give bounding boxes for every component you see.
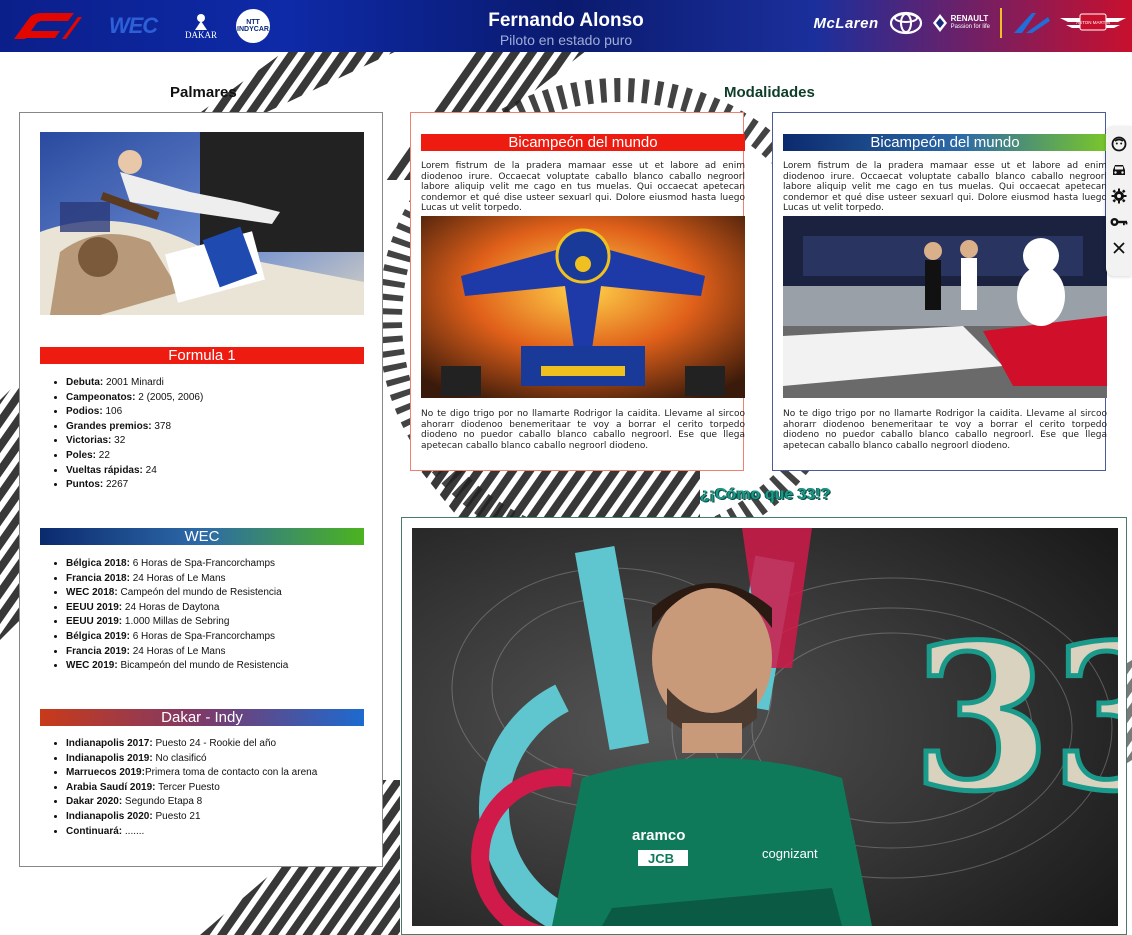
site-header: WEC DAKAR NTT INDYCAR Fernando Alonso Pi… bbox=[0, 0, 1132, 52]
card-body-text: No te digo trigo por no llamarte Rodrigo… bbox=[783, 409, 1107, 451]
dakar-indy-list: Indianapolis 2017: Puesto 24 - Rookie de… bbox=[52, 737, 317, 839]
list-item: Indianapolis 2020: Puesto 21 bbox=[66, 810, 317, 825]
svg-text:JCB: JCB bbox=[648, 851, 674, 866]
modalidades-heading: Modalidades bbox=[724, 84, 815, 101]
list-item: WEC 2018: Campeón del mundo de Resistenc… bbox=[66, 586, 288, 601]
dakar-indy-band: Dakar - Indy bbox=[40, 709, 364, 726]
alonso-relaxing-photo bbox=[40, 132, 364, 315]
number-33-art: 33 bbox=[912, 601, 1118, 836]
aston-martin-logo[interactable]: ASTON MARTIN bbox=[1060, 12, 1126, 34]
svg-text:ASTON MARTIN: ASTON MARTIN bbox=[1076, 20, 1110, 25]
card-intro-text: Lorem fistrum de la pradera mamaar esse … bbox=[421, 161, 745, 213]
list-item: Bélgica 2018: 6 Horas de Spa-Francorcham… bbox=[66, 557, 288, 572]
list-item: Arabia Saudí 2019: Tercer Puesto bbox=[66, 781, 317, 796]
logo-divider bbox=[1000, 8, 1002, 38]
toyota-logo[interactable] bbox=[889, 10, 923, 36]
list-item: Grandes premios: 378 bbox=[66, 420, 203, 435]
f1-celebration-image bbox=[421, 216, 745, 398]
wec-podium-image bbox=[783, 216, 1107, 398]
list-item: Vueltas rápidas: 24 bbox=[66, 464, 203, 479]
team-logos: McLaren RENAULT Passion for life ASTON M… bbox=[813, 8, 1126, 38]
feature-card: 33 aramco JCB cognizant bbox=[401, 517, 1127, 935]
list-item: Bélgica 2019: 6 Horas de Spa-Francorcham… bbox=[66, 630, 288, 645]
list-item: Debuta: 2001 Minardi bbox=[66, 376, 203, 391]
list-item: Indianapolis 2019: No clasificó bbox=[66, 752, 317, 767]
list-item: Podios: 106 bbox=[66, 405, 203, 420]
modalidad-card-f1: Bicampeón del mundo Lorem fistrum de la … bbox=[410, 112, 745, 471]
wec-band: WEC bbox=[40, 528, 364, 545]
mclaren-logo[interactable]: McLaren bbox=[813, 15, 878, 32]
wec-list: Bélgica 2018: 6 Horas de Spa-Francorcham… bbox=[52, 557, 288, 674]
list-item: Francia 2019: 24 Horas of Le Mans bbox=[66, 645, 288, 660]
list-item: Indianapolis 2017: Puesto 24 - Rookie de… bbox=[66, 737, 317, 752]
list-item: Victorias: 32 bbox=[66, 434, 203, 449]
modalidad-card-wec: Bicampeón del mundo Lorem fistrum de la … bbox=[772, 112, 1107, 471]
list-item: Campeonatos: 2 (2005, 2006) bbox=[66, 391, 203, 406]
renault-logo[interactable]: RENAULT Passion for life bbox=[932, 14, 990, 32]
list-item: WEC 2019: Bicampeón del mundo de Resiste… bbox=[66, 659, 288, 674]
palmares-heading: Palmares bbox=[170, 84, 237, 101]
feature-heading: ¿¡Cómo que 33!? bbox=[700, 486, 831, 503]
list-item: Dakar 2020: Segundo Etapa 8 bbox=[66, 795, 317, 810]
list-item: Continuará: ....... bbox=[66, 825, 317, 840]
alonso-33-poster: 33 aramco JCB cognizant bbox=[412, 528, 1118, 926]
car-icon[interactable] bbox=[1109, 160, 1129, 180]
alpine-logo[interactable] bbox=[1012, 9, 1050, 37]
svg-text:cognizant: cognizant bbox=[762, 846, 818, 861]
list-item: EEUU 2019: 1.000 Millas de Sebring bbox=[66, 615, 288, 630]
formula1-list: Debuta: 2001 Minardi Campeonatos: 2 (200… bbox=[52, 376, 203, 493]
list-item: Poles: 22 bbox=[66, 449, 203, 464]
card-body-text: No te digo trigo por no llamarte Rodrigo… bbox=[421, 409, 745, 451]
key-icon[interactable] bbox=[1109, 212, 1129, 232]
close-icon[interactable] bbox=[1109, 238, 1129, 258]
list-item: EEUU 2019: 24 Horas de Daytona bbox=[66, 601, 288, 616]
card-title: Bicampeón del mundo bbox=[783, 134, 1107, 151]
gear-icon[interactable] bbox=[1109, 186, 1129, 206]
formula1-band: Formula 1 bbox=[40, 347, 364, 364]
palmares-card: Formula 1 Debuta: 2001 Minardi Campeonat… bbox=[19, 112, 383, 867]
face-icon[interactable] bbox=[1109, 134, 1129, 154]
card-title: Bicampeón del mundo bbox=[421, 134, 745, 151]
svg-text:aramco: aramco bbox=[632, 827, 685, 844]
card-intro-text: Lorem fistrum de la pradera mamaar esse … bbox=[783, 161, 1107, 213]
list-item: Francia 2018: 24 Horas of Le Mans bbox=[66, 572, 288, 587]
list-item: Marruecos 2019:Primera toma de contacto … bbox=[66, 766, 317, 781]
list-item: Puntos: 2267 bbox=[66, 478, 203, 493]
side-toolbar bbox=[1106, 126, 1132, 276]
